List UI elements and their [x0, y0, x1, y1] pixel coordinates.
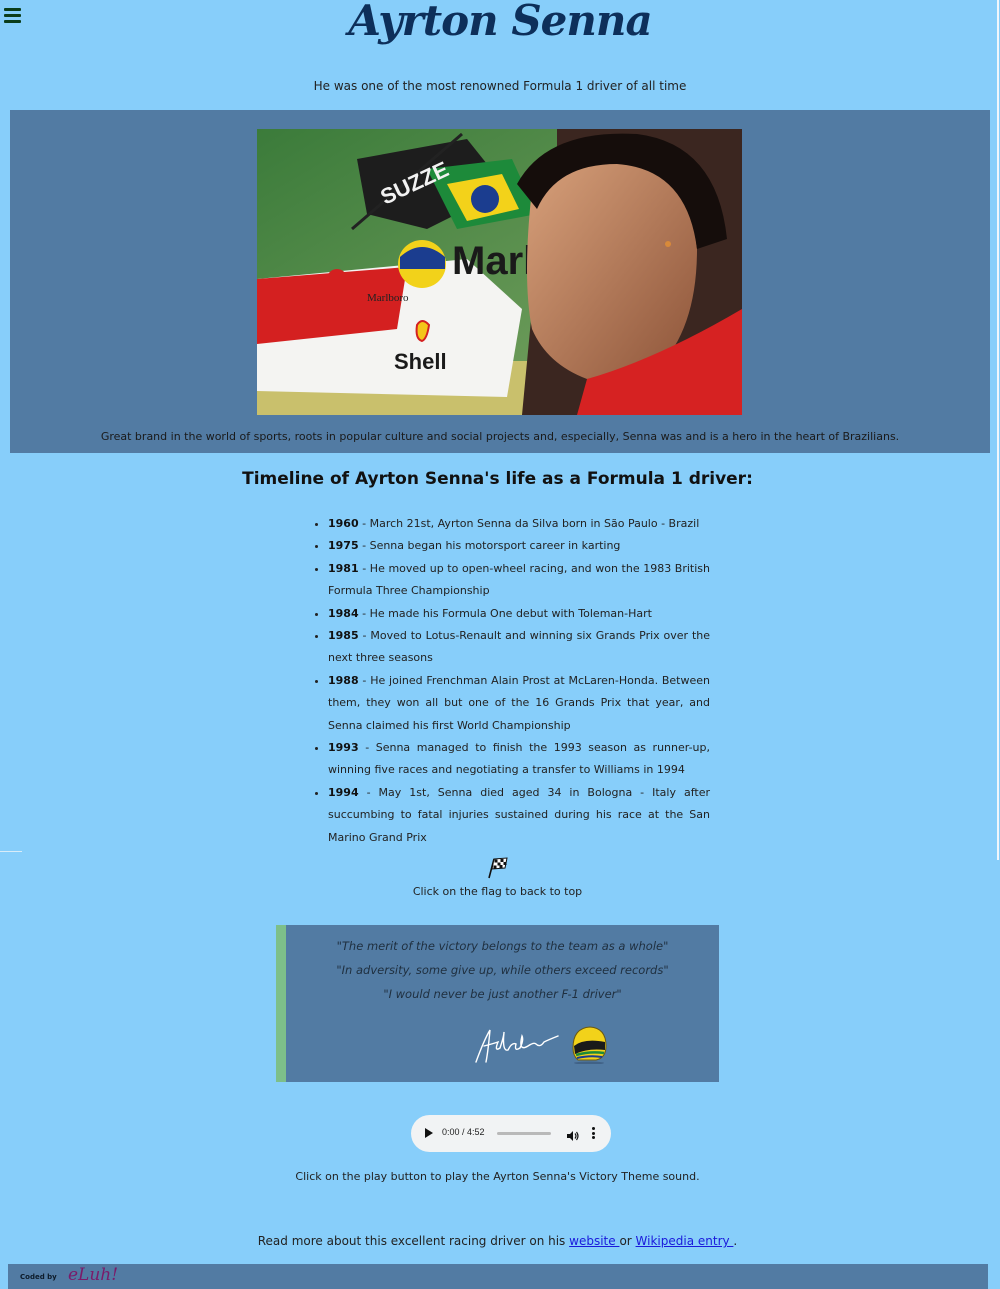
timeline-text: - May 1st, Senna died aged 34 in Bologna…	[328, 785, 710, 844]
author-logo: eLuh!	[68, 1265, 119, 1285]
timeline-list: 1960 - March 21st, Ayrton Senna da Silva…	[312, 513, 710, 849]
page-edge-divider	[997, 0, 999, 860]
photo-text-marl: Marl	[452, 239, 534, 283]
checkered-flag-icon[interactable]	[486, 857, 510, 883]
timeline-text: - Senna began his motorsport career in k…	[358, 539, 621, 553]
timeline-text: - He joined Frenchman Alain Prost at McL…	[328, 673, 710, 732]
timeline-text: - Senna managed to finish the 1993 seaso…	[328, 741, 710, 777]
audio-progress-bar[interactable]	[497, 1132, 551, 1135]
website-link[interactable]: website	[569, 1234, 619, 1248]
timeline-year: 1975	[328, 539, 359, 553]
timeline-text: - He moved up to open-wheel racing, and …	[328, 561, 710, 598]
photo-text-shell: Shell	[394, 349, 447, 374]
senna-signature	[474, 1022, 559, 1070]
audio-time: 0:00 / 4:52	[442, 1127, 485, 1137]
hero-photo-illustration: Marl Marlboro Shell SUZZE	[257, 129, 742, 415]
play-icon[interactable]	[425, 1128, 433, 1138]
footer: Coded by eLuh!	[8, 1264, 988, 1289]
timeline-year: 1960	[328, 517, 359, 530]
timeline-year: 1988	[328, 673, 359, 687]
hero-caption: Great brand in the world of sports, root…	[100, 430, 900, 443]
quote-line: "I would never be just another F-1 drive…	[383, 987, 622, 1001]
more-options-icon[interactable]	[592, 1127, 595, 1141]
timeline-year: 1993	[328, 741, 359, 755]
timeline-text: - He made his Formula One debut with Tol…	[358, 606, 652, 620]
back-to-top-label: Click on the flag to back to top	[412, 885, 583, 898]
photo-text-marlboro: Marlboro	[367, 292, 409, 304]
timeline-item: 1960 - March 21st, Ayrton Senna da Silva…	[328, 513, 710, 535]
timeline-item: 1993 - Senna managed to finish the 1993 …	[328, 737, 710, 782]
hero-section: Marl Marlboro Shell SUZZE Great brand in…	[10, 110, 990, 453]
timeline-item: 1975 - Senna began his motorsport career…	[328, 535, 710, 557]
page-subtitle: He was one of the most renowned Formula …	[313, 79, 687, 93]
timeline-item: 1985 - Moved to Lotus-Renault and winnin…	[328, 625, 710, 670]
timeline-item: 1994 - May 1st, Senna died aged 34 in Bo…	[328, 782, 710, 849]
wikipedia-link[interactable]: Wikipedia entry	[636, 1234, 734, 1248]
quote-line: "In adversity, some give up, while other…	[336, 963, 669, 977]
hero-photo: Marl Marlboro Shell SUZZE	[257, 129, 742, 415]
page-title: Ayrton Senna	[348, 0, 652, 45]
timeline-year: 1994	[328, 785, 359, 799]
quotes-box: "The merit of the victory belongs to the…	[276, 925, 719, 1082]
timeline-year: 1985	[328, 629, 359, 643]
read-more-suffix: .	[733, 1234, 738, 1248]
coded-by-label: Coded by	[20, 1273, 57, 1281]
back-to-top: Click on the flag to back to top	[0, 857, 995, 898]
timeline-text: - Moved to Lotus-Renault and winning six…	[328, 629, 710, 665]
timeline-year: 1984	[328, 606, 359, 620]
timeline-heading: Timeline of Ayrton Senna's life as a For…	[242, 469, 753, 489]
helmet-icon	[570, 1024, 608, 1068]
read-more: Read more about this excellent racing dr…	[0, 1234, 995, 1248]
page-edge-divider	[0, 851, 22, 852]
read-more-prefix: Read more about this excellent racing dr…	[257, 1234, 570, 1248]
volume-icon[interactable]	[567, 1127, 579, 1146]
timeline-year: 1981	[328, 561, 359, 575]
timeline-item: 1988 - He joined Frenchman Alain Prost a…	[328, 670, 710, 737]
audio-note: Click on the play button to play the Ayr…	[295, 1170, 700, 1183]
quote-line: "The merit of the victory belongs to the…	[336, 939, 669, 953]
read-more-middle: or	[619, 1234, 636, 1248]
timeline-text: - March 21st, Ayrton Senna da Silva born…	[358, 517, 700, 530]
timeline-item: 1984 - He made his Formula One debut wit…	[328, 603, 710, 625]
audio-player[interactable]: 0:00 / 4:52	[411, 1115, 611, 1152]
timeline-item: 1981 - He moved up to open-wheel racing,…	[328, 558, 710, 603]
